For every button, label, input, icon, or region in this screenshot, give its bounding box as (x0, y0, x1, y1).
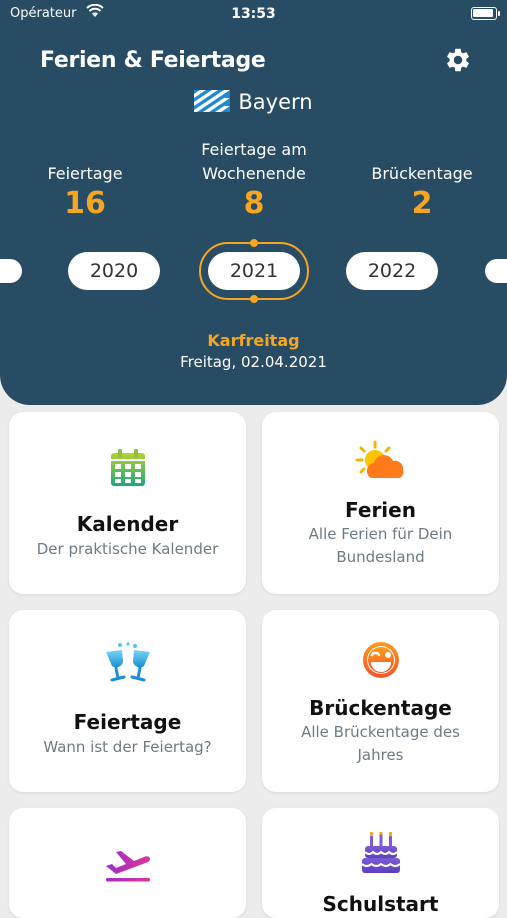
airplane-departure-icon (9, 846, 246, 886)
next-holiday-name: Karfreitag (207, 331, 300, 350)
card-brueckentage-subtitle: Alle Brückentage des Jahres (301, 723, 460, 764)
birthday-cake-icon (262, 832, 499, 880)
winking-face-icon (262, 640, 499, 684)
stat-holidays-value: 16 (64, 186, 106, 221)
card-feiertage-title: Feiertage (73, 710, 182, 734)
stat-bridge-days: Brückentage 2 (362, 162, 482, 222)
stat-weekend-holidays-label: Feiertage am Wochenende (201, 140, 307, 183)
card-feiertage-subtitle: Wann ist der Feiertag? (43, 738, 212, 756)
card-kalender-subtitle: Der praktische Kalender (36, 540, 219, 558)
card-schulstart[interactable]: Schulstart (262, 808, 499, 918)
card-feiertage[interactable]: Feiertage Wann ist der Feiertag? (9, 610, 246, 792)
year-2020-button[interactable]: 2020 (68, 252, 160, 290)
next-holiday-date: Freitag, 02.04.2021 (180, 353, 327, 371)
stat-bridge-days-label: Brückentage (371, 164, 473, 183)
stat-holidays: Feiertage 16 (25, 162, 145, 222)
card-ferien-subtitle: Alle Ferien für Dein Bundesland (308, 525, 453, 566)
stat-holidays-label: Feiertage (47, 164, 123, 183)
stat-bridge-days-value: 2 (411, 186, 433, 221)
card-brueckentage[interactable]: Brückentage Alle Brückentage des Jahres (262, 610, 499, 792)
card-ferien-title: Ferien (345, 498, 416, 522)
app-title: Ferien & Feiertage (40, 48, 266, 73)
champagne-glasses-icon (9, 642, 246, 690)
card-ferien[interactable]: Ferien Alle Ferien für Dein Bundesland (262, 412, 499, 594)
calendar-icon (9, 448, 246, 492)
year-2022-button[interactable]: 2022 (346, 252, 438, 290)
year-pill-edge-right[interactable] (485, 259, 507, 283)
battery-icon (471, 7, 500, 20)
year-2021-button[interactable]: 2021 (208, 252, 300, 290)
card-airplane[interactable] (9, 808, 246, 918)
stat-weekend-holidays-value: 8 (243, 186, 265, 221)
card-schulstart-title: Schulstart (322, 892, 439, 916)
region-selector[interactable]: Bayern (0, 90, 507, 114)
card-brueckentage-title: Brückentage (309, 696, 452, 720)
stat-weekend-holidays: Feiertage am Wochenende 8 (174, 138, 334, 222)
clock: 13:53 (231, 6, 276, 22)
card-kalender-title: Kalender (76, 512, 179, 536)
card-kalender[interactable]: Kalender Der praktische Kalender (9, 412, 246, 594)
region-name: Bayern (238, 90, 313, 114)
sun-cloud-icon (262, 440, 499, 486)
status-bar: Opérateur 13:53 (0, 0, 507, 28)
gear-icon[interactable] (444, 46, 472, 74)
bavaria-flag-icon (194, 90, 231, 112)
